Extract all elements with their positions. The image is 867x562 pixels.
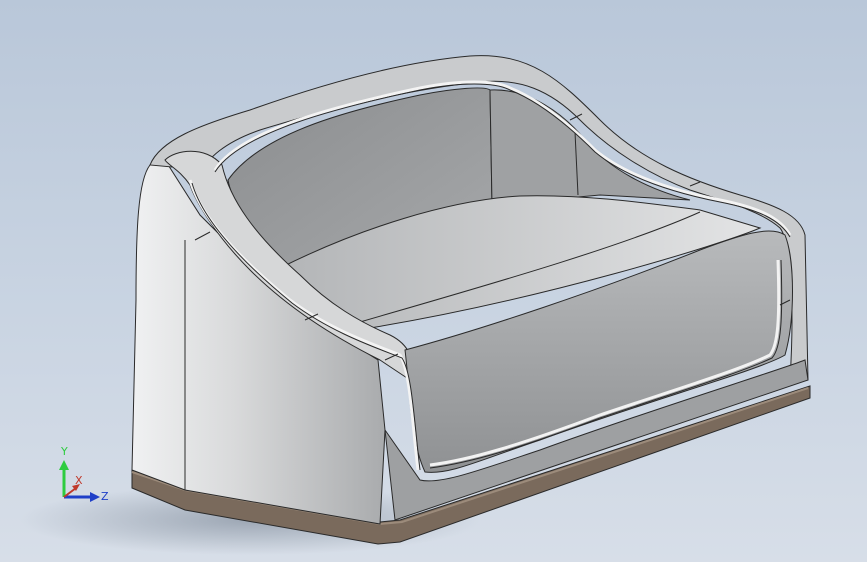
- coordinate-triad: Y Z X: [59, 445, 109, 503]
- graphics-viewport[interactable]: Y Z X: [0, 0, 867, 562]
- sofa-model[interactable]: Y Z X: [0, 0, 867, 562]
- triad-x-label: X: [75, 474, 83, 487]
- triad-z-label: Z: [101, 490, 109, 503]
- triad-y-label: Y: [60, 445, 68, 458]
